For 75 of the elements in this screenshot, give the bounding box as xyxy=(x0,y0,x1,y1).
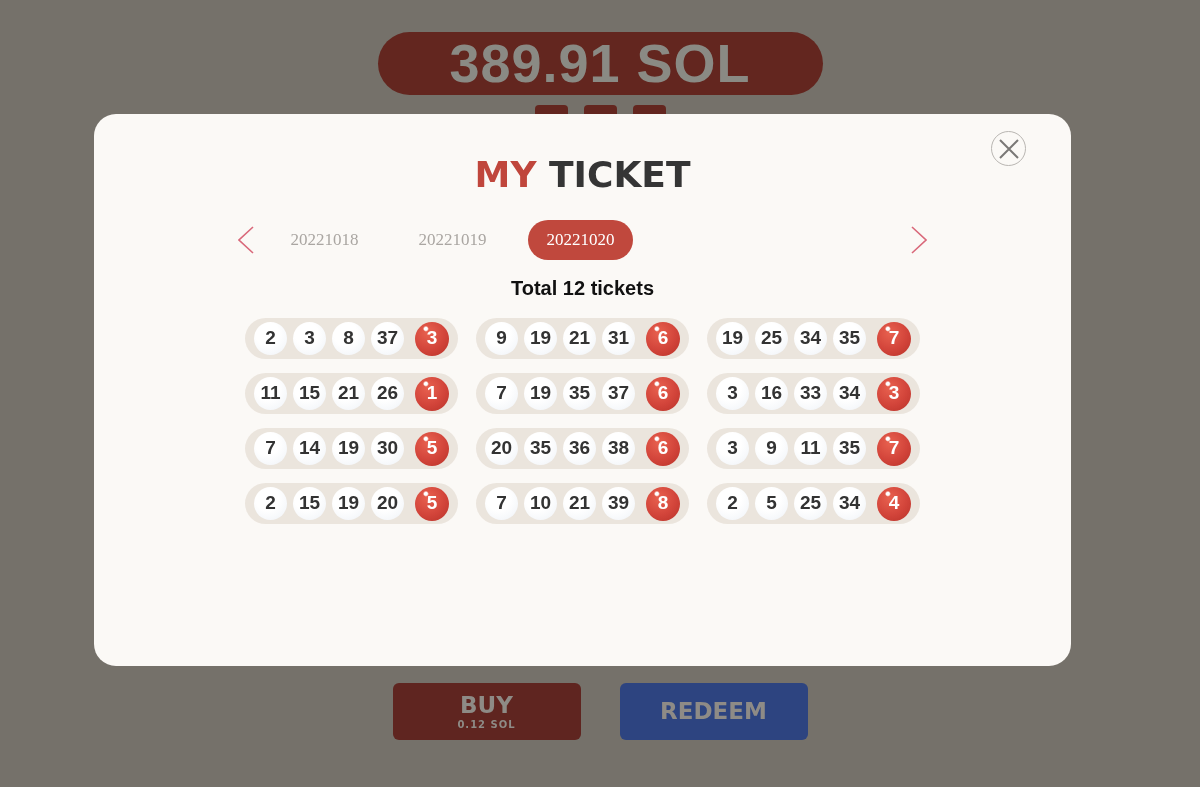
number-ball: 35 xyxy=(833,432,866,465)
number-ball: 31 xyxy=(602,322,635,355)
number-ball: 2 xyxy=(254,322,287,355)
timer-chip xyxy=(583,105,617,114)
number-ball: 19 xyxy=(524,322,557,355)
number-ball: 21 xyxy=(332,377,365,410)
bonus-ball: 1 xyxy=(415,376,449,411)
bonus-ball: 6 xyxy=(646,431,680,466)
number-ball: 8 xyxy=(332,322,365,355)
date-tab[interactable]: 20221020 xyxy=(528,220,633,260)
date-tab[interactable]: 20221019 xyxy=(400,220,505,260)
number-ball: 7 xyxy=(485,377,518,410)
number-ball: 21 xyxy=(563,322,596,355)
number-ball: 9 xyxy=(485,322,518,355)
bonus-ball: 4 xyxy=(877,486,911,521)
number-ball: 10 xyxy=(524,487,557,520)
number-ball: 36 xyxy=(563,432,596,465)
bonus-ball: 5 xyxy=(415,431,449,466)
title-highlight: MY xyxy=(474,154,537,195)
redeem-button[interactable]: REDEEM xyxy=(619,683,808,740)
number-ball: 16 xyxy=(755,377,788,410)
number-ball: 15 xyxy=(293,487,326,520)
chevron-right-icon[interactable] xyxy=(911,226,927,254)
number-ball: 25 xyxy=(794,487,827,520)
number-ball: 2 xyxy=(254,487,287,520)
number-ball: 37 xyxy=(371,322,404,355)
number-ball: 35 xyxy=(524,432,557,465)
date-tab[interactable]: 20221018 xyxy=(272,220,377,260)
number-ball: 25 xyxy=(755,322,788,355)
number-ball: 3 xyxy=(293,322,326,355)
timer-chip xyxy=(632,105,666,114)
number-ball: 35 xyxy=(833,322,866,355)
number-ball: 15 xyxy=(293,377,326,410)
number-ball: 35 xyxy=(563,377,596,410)
timer-chip xyxy=(534,105,568,114)
number-ball: 19 xyxy=(716,322,749,355)
number-ball: 34 xyxy=(794,322,827,355)
bonus-ball: 7 xyxy=(877,431,911,466)
number-ball: 30 xyxy=(371,432,404,465)
number-ball: 19 xyxy=(332,487,365,520)
number-ball: 26 xyxy=(371,377,404,410)
chevron-left-icon[interactable] xyxy=(238,226,254,254)
number-ball: 14 xyxy=(293,432,326,465)
number-ball: 19 xyxy=(524,377,557,410)
number-ball: 9 xyxy=(755,432,788,465)
number-ball: 5 xyxy=(755,487,788,520)
bonus-ball: 6 xyxy=(646,321,680,356)
jackpot-amount: 389.91 SOL xyxy=(377,32,823,95)
number-ball: 39 xyxy=(602,487,635,520)
number-ball: 21 xyxy=(563,487,596,520)
bonus-ball: 7 xyxy=(877,321,911,356)
number-ball: 11 xyxy=(254,377,287,410)
close-icon xyxy=(998,138,1019,159)
number-ball: 33 xyxy=(794,377,827,410)
number-ball: 3 xyxy=(716,432,749,465)
number-ball: 11 xyxy=(794,432,827,465)
bonus-ball: 6 xyxy=(646,376,680,411)
number-ball: 7 xyxy=(254,432,287,465)
number-ball: 7 xyxy=(485,487,518,520)
number-ball: 20 xyxy=(371,487,404,520)
number-ball: 20 xyxy=(485,432,518,465)
ticket-count: Total 12 tickets xyxy=(510,276,655,301)
number-ball: 2 xyxy=(716,487,749,520)
dialog-title: TICKET xyxy=(549,154,691,195)
number-ball: 37 xyxy=(602,377,635,410)
bonus-ball: 8 xyxy=(646,486,680,521)
bonus-ball: 5 xyxy=(415,486,449,521)
bonus-ball: 3 xyxy=(415,321,449,356)
buy-button[interactable]: BUY 0.12 SOL xyxy=(392,683,581,740)
number-ball: 19 xyxy=(332,432,365,465)
number-ball: 38 xyxy=(602,432,635,465)
number-ball: 34 xyxy=(833,487,866,520)
number-ball: 3 xyxy=(716,377,749,410)
bonus-ball: 3 xyxy=(877,376,911,411)
number-ball: 34 xyxy=(833,377,866,410)
